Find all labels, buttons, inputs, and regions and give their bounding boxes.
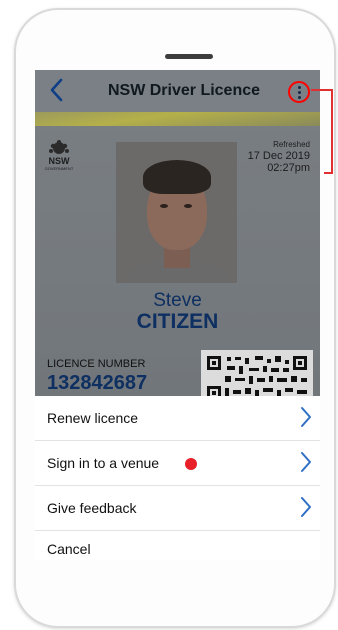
first-name: Steve (153, 290, 202, 311)
chevron-right-icon (300, 496, 312, 518)
sheet-item-label: Give feedback (47, 500, 137, 516)
refreshed-time: 02:27pm (267, 162, 310, 174)
chevron-right-icon (300, 406, 312, 428)
issuer-name: NSW (48, 156, 70, 166)
licence-photo (116, 142, 237, 283)
refreshed-stamp: Refreshed 17 Dec 2019 02:27pm (248, 140, 310, 174)
callout-line (311, 89, 333, 91)
speaker-slot (165, 54, 213, 59)
callout-line (331, 89, 333, 173)
licence-number: 132842687 (47, 372, 148, 394)
sheet-item-label: Sign in to a venue (47, 455, 160, 471)
more-vertical-icon[interactable] (288, 81, 310, 103)
callout-line (324, 172, 333, 174)
cancel-button[interactable]: Cancel (47, 541, 91, 557)
issuer-sub: GOVERNMENT (44, 166, 74, 171)
chevron-left-icon[interactable] (47, 77, 67, 103)
refreshed-label: Refreshed (273, 140, 310, 149)
refreshed-date: 17 Dec 2019 (247, 150, 310, 162)
app-screen: NSW Driver Licence NSW GOVERNMENT Refres… (35, 70, 320, 560)
sheet-item-renew-licence[interactable]: Renew licence (35, 396, 320, 441)
notification-dot (185, 458, 197, 470)
sheet-item-give-feedback[interactable]: Give feedback (35, 486, 320, 531)
sheet-item-sign-in-venue[interactable]: Sign in to a venue (35, 441, 320, 486)
sheet-item-label: Renew licence (47, 410, 139, 426)
licence-number-label: LICENCE NUMBER (47, 358, 146, 370)
action-sheet: Renew licence Sign in to a venue Give fe… (35, 396, 320, 560)
page-title: NSW Driver Licence (107, 82, 261, 99)
chevron-right-icon (300, 451, 312, 473)
navigation-bar: NSW Driver Licence (35, 70, 320, 112)
last-name: CITIZEN (136, 310, 219, 333)
licence-stripe (35, 112, 320, 126)
